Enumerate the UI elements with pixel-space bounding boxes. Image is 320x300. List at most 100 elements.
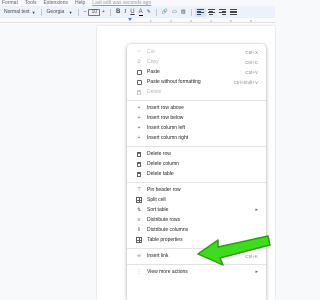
toolbar-divider [155,8,157,16]
italic-icon: I [124,9,127,15]
chevron-down-icon: ▼ [68,9,73,15]
align-right-icon [218,9,226,15]
plus-icon: + [137,135,141,141]
clipboard-icon [136,69,142,75]
chevron-down-icon: ▼ [31,9,36,15]
font-select[interactable]: Georgia ▼ [45,8,75,17]
sort-icon: ⇅ [136,207,142,213]
menu-item-label: Delete row [147,151,171,157]
menu-item-distribute-rows[interactable]: ≡ Distribute rows [127,215,266,225]
menu-item-label: Paste without formatting [147,79,201,85]
font-select-value: Georgia [46,9,65,15]
annotation-arrow-shape [197,235,271,266]
align-right-button[interactable] [217,8,228,17]
link-icon: 🔗 [161,9,169,15]
menu-item-insert-column-left[interactable]: + Insert column left [127,123,266,133]
insert-link-button[interactable]: 🔗 [160,8,170,17]
ruler[interactable]: 1 2 3 4 5 6 [0,18,275,23]
menu-item-label: Copy [147,59,159,65]
ruler-tick: 6 [250,19,252,23]
link-icon: ∞ [137,253,141,259]
toolbar-divider [109,8,111,16]
menu-item-label: Cut [147,49,155,55]
menu-item-label: Sort table [147,207,169,213]
font-size-field[interactable]: 10 [88,8,101,16]
menu-item-insert-row-above[interactable]: + Insert row above [127,103,266,113]
align-left-button[interactable] [194,7,206,17]
ruler-tick: 2 [170,19,172,23]
scissors-icon: ✂ [136,49,142,55]
bold-button[interactable]: B [114,8,122,17]
font-size-increase-button[interactable]: + [100,8,107,17]
trash-icon [136,161,142,167]
menu-item-insert-column-right[interactable]: + Insert column right [127,133,266,143]
menu-item-paste[interactable]: Paste Ctrl+V [127,67,266,77]
underline-button[interactable]: U [128,8,136,17]
highlight-pen-icon: ✎ [146,9,151,15]
highlight-button[interactable]: ✎ [145,8,153,17]
trash-icon [136,89,142,95]
add-comment-button[interactable]: ▭ [170,8,179,17]
menu-item-split-cell[interactable]: Split cell [127,195,266,205]
font-size-value: 10 [91,9,98,15]
indent-marker-icon[interactable] [128,18,132,21]
menu-item-sort-table[interactable]: ⇅ Sort table ▸ [127,205,266,215]
menu-item-delete-row[interactable]: Delete row [127,149,266,159]
menu-item-pin-header-row[interactable]: ⊤ Pin header row [127,185,266,195]
toolbar-divider [77,8,79,16]
underline-icon: U [130,9,135,15]
image-icon: ▨ [180,9,186,15]
style-select-value: Normal text [4,9,30,15]
plus-icon: + [137,105,141,111]
menu-item-label: Insert row above [147,105,184,111]
split-cell-icon [136,197,142,203]
menu-item-label: Insert row below [147,115,184,121]
menu-divider [127,181,266,183]
plus-icon: + [102,9,105,15]
menu-item-insert-row-below[interactable]: + Insert row below [127,113,266,123]
menu-item-paste-without-formatting[interactable]: Paste without formatting Ctrl+Shift+V [127,77,266,87]
bold-icon: B [115,9,121,15]
trash-icon [136,171,142,177]
menu-item-label: Split cell [147,197,166,203]
text-color-icon: A [138,8,143,16]
menu-item-shortcut: Ctrl+V [245,69,258,75]
distribute-columns-icon: ⦀ [137,227,141,233]
toolbar-divider [190,8,192,16]
menu-item-shortcut: Ctrl+C [245,59,258,65]
plus-icon: + [137,125,141,131]
align-center-button[interactable] [206,8,217,17]
menu-item-delete-column[interactable]: Delete column [127,159,266,169]
ruler-tick: 3 [190,19,192,23]
menu-item-label: Delete [147,89,162,95]
menu-item-delete-table[interactable]: Delete table [127,169,266,179]
font-size-decrease-button[interactable]: − [82,8,89,17]
menu-item-label: Insert column right [147,135,189,141]
menu-item-label: Delete table [147,171,174,177]
plus-icon: + [137,115,141,121]
distribute-rows-icon: ≡ [137,217,141,223]
minus-icon: − [83,9,87,15]
pin-icon: ⊤ [136,187,142,193]
ruler-tick: 4 [210,19,212,23]
insert-image-button[interactable]: ▨ [179,8,188,17]
toolbar-divider [40,8,42,16]
text-color-button[interactable]: A [137,8,145,17]
annotation-arrow-icon [197,235,271,266]
menu-item-label: Distribute rows [147,217,181,223]
menu-item-cut[interactable]: ✂ Cut Ctrl+X [127,47,266,57]
ruler-tick: 1 [150,19,152,23]
menu-item-copy[interactable]: ⧉ Copy Ctrl+C [127,57,266,67]
more-vertical-icon: ⋮ [136,269,142,275]
menu-item-label: Paste [147,69,160,75]
menu-divider [127,145,266,147]
menu-divider [127,99,266,101]
menu-item-delete[interactable]: Delete [127,87,266,97]
menu-item-label: Delete column [147,161,179,167]
style-select[interactable]: Normal text ▼ [2,8,38,17]
toolbar: Normal text ▼ Georgia ▼ − 10 + B I U A ✎ 🔗… [0,6,275,18]
align-justify-button[interactable] [228,8,239,17]
trash-icon [136,151,142,157]
align-left-icon [196,9,204,15]
menu-item-label: Insert column left [147,125,186,131]
